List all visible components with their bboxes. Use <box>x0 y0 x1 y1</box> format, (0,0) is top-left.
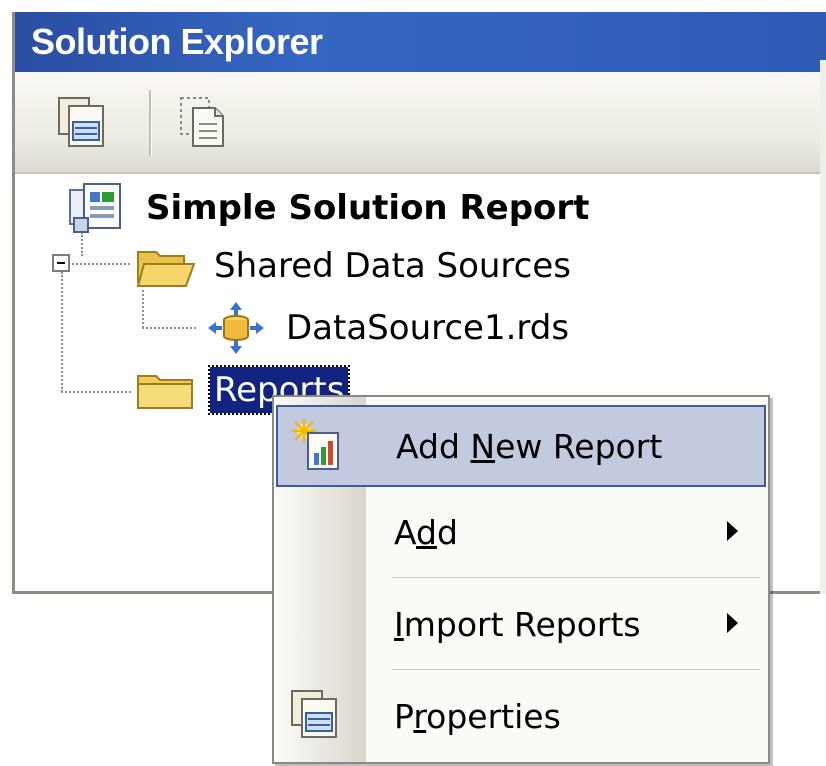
tree-connector <box>72 263 130 265</box>
submenu-arrow-icon <box>727 521 738 541</box>
shared-data-sources-label: Shared Data Sources <box>214 246 571 286</box>
menu-separator <box>392 669 760 671</box>
window-title-bar[interactable]: Solution Explorer <box>15 12 826 72</box>
properties-icon <box>291 690 337 738</box>
tree-connector <box>142 327 196 329</box>
menu-item-add[interactable]: Add <box>276 491 766 573</box>
tree-node-datasource[interactable]: DataSource1.rds <box>204 302 569 354</box>
open-folder-icon <box>136 251 196 287</box>
toolbar <box>15 72 826 174</box>
context-menu: Add New Report Add Import Reports Proper… <box>272 395 770 764</box>
menu-label-add-new-report: Add New Report <box>396 426 663 466</box>
show-all-files-icon <box>180 97 224 147</box>
menu-item-properties[interactable]: Properties <box>276 675 766 757</box>
datasource-label: DataSource1.rds <box>286 308 570 348</box>
tree-node-solution[interactable]: Simple Solution Report <box>64 182 589 234</box>
data-source-icon <box>208 302 264 354</box>
tree-connector <box>61 391 131 393</box>
tree-connector <box>142 290 144 328</box>
tree-connector <box>61 272 63 392</box>
menu-label-add: Add <box>394 512 458 552</box>
window-right-edge <box>820 60 826 594</box>
menu-label-import-reports: Import Reports <box>394 604 641 644</box>
properties-button[interactable] <box>55 94 111 150</box>
solution-label: Simple Solution Report <box>146 188 590 228</box>
menu-item-import-reports[interactable]: Import Reports <box>276 583 766 665</box>
submenu-arrow-icon <box>727 613 738 633</box>
collapse-toggle[interactable] <box>52 254 70 272</box>
folder-icon <box>137 375 193 409</box>
window-title: Solution Explorer <box>31 21 323 62</box>
solution-icon <box>69 183 121 233</box>
menu-label-properties: Properties <box>394 696 561 736</box>
menu-separator <box>392 577 760 579</box>
menu-item-add-new-report[interactable]: Add New Report <box>276 405 766 487</box>
tree-node-shared-data-sources[interactable]: Shared Data Sources <box>134 240 571 292</box>
show-all-files-button[interactable] <box>175 94 231 150</box>
add-new-report-icon <box>292 419 339 470</box>
properties-icon <box>58 97 104 147</box>
toolbar-separator <box>149 90 152 156</box>
